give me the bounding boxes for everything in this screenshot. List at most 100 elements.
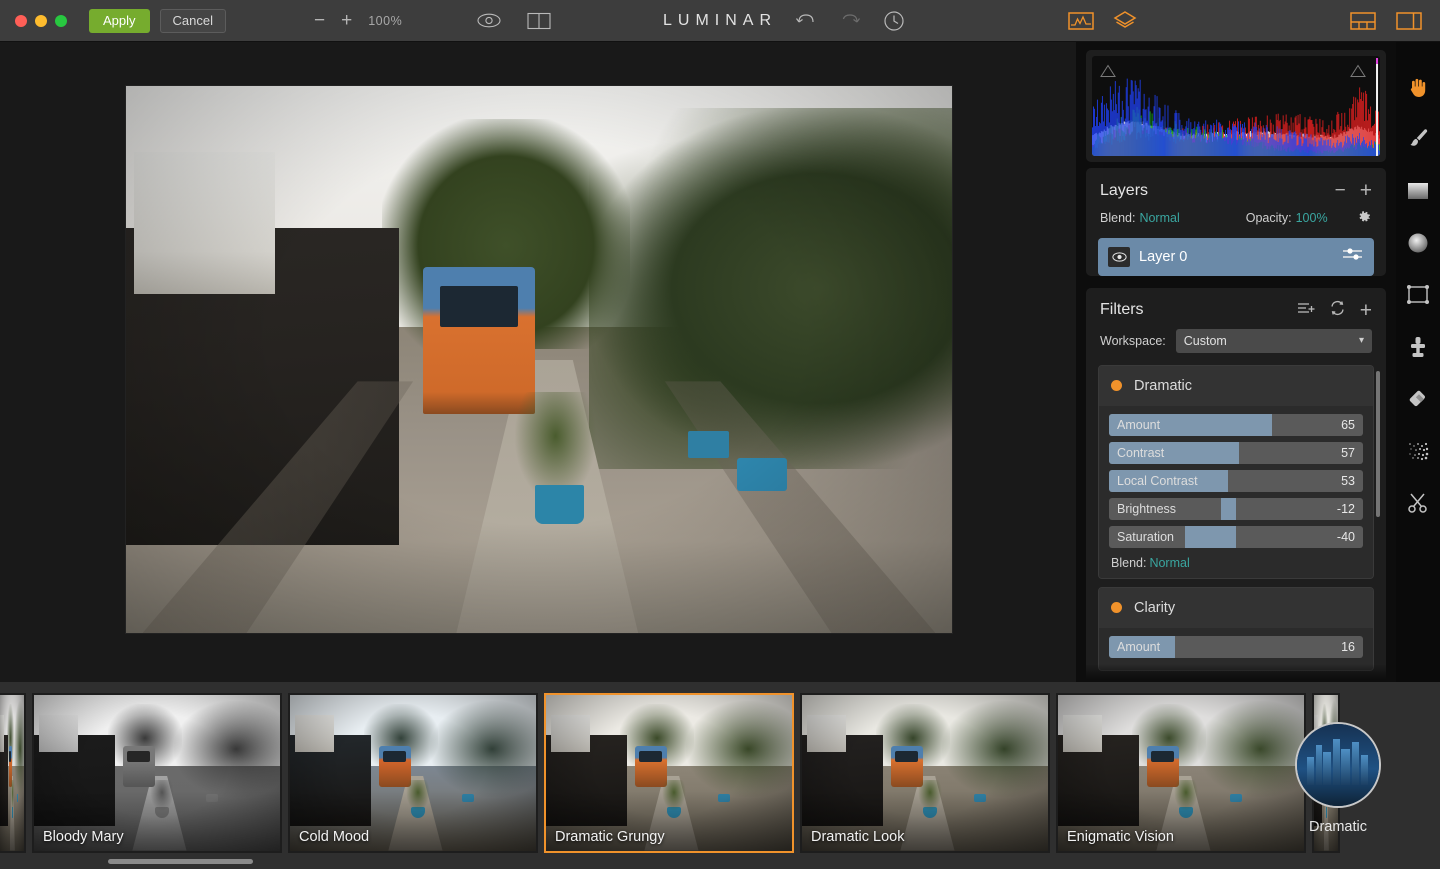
preset-label: Dramatic Grungy: [555, 828, 665, 845]
undo-icon[interactable]: [795, 12, 817, 30]
chevron-down-icon: ▾: [1358, 335, 1364, 346]
histogram-panel[interactable]: [1086, 50, 1386, 162]
filter-enabled-dot[interactable]: [1111, 602, 1122, 613]
top-toolbar: Apply Cancel − + 100% LUMINAR: [0, 0, 1440, 42]
zoom-in-button[interactable]: +: [341, 11, 352, 30]
preset-label: Bloody Mary: [43, 828, 124, 845]
filter-blend-value[interactable]: Normal: [1149, 556, 1189, 570]
filter-slider[interactable]: Contrast 57: [1109, 441, 1363, 464]
presets-filmstrip[interactable]: Bloody Mary Cold Mood Dramatic Grungy Dr…: [0, 682, 1440, 869]
apply-button[interactable]: Apply: [89, 8, 150, 33]
filter-slider[interactable]: Local Contrast 53: [1109, 469, 1363, 492]
filter-body: Amount 16: [1099, 627, 1373, 670]
layers-panel-header: Layers − +: [1086, 168, 1386, 209]
preset-category-thumbnail[interactable]: [1295, 722, 1381, 808]
sidepanel-toggle-icon[interactable]: [1396, 11, 1422, 31]
preset-category[interactable]: Dramatic: [1258, 722, 1418, 835]
gear-icon[interactable]: [1356, 209, 1372, 228]
preset-category-label: Dramatic: [1308, 819, 1367, 835]
filter-slider[interactable]: Brightness -12: [1109, 497, 1363, 520]
filters-actions: +: [1297, 300, 1372, 321]
preset-thumbnail-image: [546, 694, 792, 851]
preset-item[interactable]: Bloody Mary: [32, 692, 282, 853]
layer-visibility-toggle[interactable]: [1108, 246, 1130, 267]
histogram-toggle-icon[interactable]: [1068, 11, 1094, 31]
preset-label: Cold Mood: [299, 828, 370, 845]
filters-scrollbar-thumb[interactable]: [1376, 370, 1380, 517]
slider-value: -12: [1336, 501, 1355, 516]
preset-item[interactable]: Dramatic Grungy: [544, 692, 794, 853]
history-icon-group: [795, 10, 905, 32]
layers-actions: − +: [1335, 180, 1372, 201]
layer-adjustments-icon[interactable]: [1342, 247, 1364, 266]
filter-slider[interactable]: Saturation -40: [1109, 525, 1363, 548]
panel-toggle-group: [1068, 9, 1138, 33]
workspace-value: Custom: [1183, 333, 1227, 348]
image-canvas[interactable]: [0, 42, 1076, 682]
slider-label: Amount: [1117, 639, 1161, 654]
category-building: [1333, 738, 1340, 785]
close-window-button[interactable]: [15, 14, 27, 27]
clone-stamp-tool[interactable]: [1401, 330, 1435, 364]
erase-tool[interactable]: [1401, 382, 1435, 416]
layout-toggle-group: [1350, 11, 1422, 31]
remove-layer-button[interactable]: −: [1335, 181, 1346, 200]
filter-card: Dramatic Amount 65 Contrast 57 Local Contra…: [1098, 364, 1374, 579]
category-building: [1323, 751, 1332, 785]
workspace-select[interactable]: Custom ▾: [1175, 328, 1372, 353]
gradient-mask-tool[interactable]: [1401, 174, 1435, 208]
preset-thumbnail-image: [290, 694, 536, 851]
minimize-window-button[interactable]: [35, 14, 47, 27]
filter-header[interactable]: Clarity: [1099, 587, 1373, 628]
compare-split-icon[interactable]: [527, 12, 551, 30]
filter-header[interactable]: Dramatic: [1099, 365, 1373, 406]
preset-thumbnail-image: [802, 694, 1048, 851]
preset-label: Dramatic Look: [811, 828, 905, 845]
maximize-window-button[interactable]: [55, 14, 67, 27]
filmstrip-toggle-icon[interactable]: [1350, 11, 1376, 31]
layer-blend-row: Blend: Normal Opacity: 100%: [1086, 209, 1386, 238]
radial-mask-tool[interactable]: [1401, 226, 1435, 260]
window-traffic-lights: [15, 14, 67, 27]
preset-label: Enigmatic Vision: [1067, 828, 1174, 845]
zoom-out-button[interactable]: −: [314, 11, 325, 30]
add-filter-button[interactable]: +: [1360, 300, 1372, 321]
brush-tool[interactable]: [1401, 122, 1435, 156]
hand-pan-tool[interactable]: [1401, 70, 1435, 104]
layer-row[interactable]: Layer 0: [1098, 237, 1374, 276]
filmstrip-scrollbar[interactable]: [108, 859, 253, 864]
sync-filters-icon[interactable]: [1329, 300, 1346, 320]
filters-list: Dramatic Amount 65 Contrast 57 Local Contra…: [1098, 364, 1380, 681]
filter-body: Amount 65 Contrast 57 Local Contrast 53 Bri…: [1099, 405, 1373, 578]
history-icon[interactable]: [883, 10, 905, 32]
filter-enabled-dot[interactable]: [1111, 380, 1122, 391]
filter-slider[interactable]: Amount 16: [1109, 635, 1363, 658]
layer-opacity-value[interactable]: 100%: [1296, 211, 1328, 225]
preset-item[interactable]: [0, 692, 26, 853]
slider-value: 53: [1341, 473, 1355, 488]
layers-toggle-icon[interactable]: [1112, 9, 1138, 33]
shadow-clipping-indicator[interactable]: [1100, 64, 1116, 78]
crop-transform-tool[interactable]: [1401, 278, 1435, 312]
preset-item[interactable]: Cold Mood: [288, 692, 538, 853]
add-layer-button[interactable]: +: [1360, 180, 1372, 201]
preset-item[interactable]: Dramatic Look: [800, 692, 1050, 853]
filter-slider[interactable]: Amount 65: [1109, 413, 1363, 436]
layer-blend-value[interactable]: Normal: [1139, 211, 1179, 225]
workspace-label: Workspace:: [1100, 333, 1166, 348]
slider-label: Amount: [1117, 417, 1161, 432]
slider-value: -40: [1336, 529, 1355, 544]
highlight-clipping-indicator[interactable]: [1350, 64, 1366, 78]
cancel-button[interactable]: Cancel: [159, 8, 226, 33]
save-filter-preset-icon[interactable]: [1297, 301, 1315, 320]
cut-tool[interactable]: [1401, 486, 1435, 520]
denoise-tool[interactable]: [1401, 434, 1435, 468]
edited-photo[interactable]: [126, 86, 952, 633]
layers-list: Layer 0: [1086, 237, 1386, 276]
filters-title: Filters: [1100, 301, 1144, 318]
workspace-row: Workspace: Custom ▾: [1086, 328, 1386, 365]
eye-preview-icon[interactable]: [477, 13, 501, 28]
view-icon-group: [477, 12, 551, 30]
filter-card: Clarity Amount 16: [1098, 586, 1374, 671]
layers-title: Layers: [1100, 181, 1149, 199]
